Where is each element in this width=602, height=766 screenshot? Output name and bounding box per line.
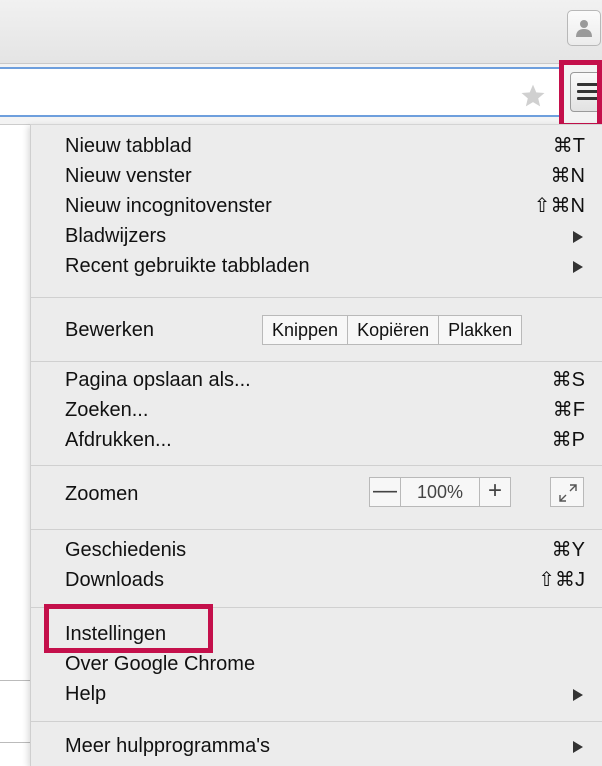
menu-divider (31, 361, 602, 362)
browser-toolbar (0, 64, 602, 124)
menu-item-label: Meer hulpprogramma's (65, 735, 271, 757)
menu-item-label: Nieuw venster (65, 165, 192, 187)
menu-item-shortcut: ⇧⌘N (533, 195, 585, 217)
menu-item-new-incognito-window[interactable]: Nieuw incognitovenster ⇧⌘N (65, 191, 585, 221)
profile-button[interactable] (567, 10, 601, 46)
menu-item-print[interactable]: Afdrukken... ⌘P (65, 425, 585, 455)
star-icon[interactable] (520, 83, 546, 109)
menu-item-label: Zoomen (65, 483, 139, 505)
menu-divider (31, 465, 602, 466)
menu-item-about-chrome[interactable]: Over Google Chrome (65, 649, 585, 679)
menu-item-new-tab[interactable]: Nieuw tabblad ⌘T (65, 131, 585, 161)
menu-item-help[interactable]: Help (65, 679, 585, 709)
menu-item-shortcut: ⇧⌘J (538, 569, 585, 591)
menu-item-label: Geschiedenis (65, 539, 187, 561)
menu-item-shortcut: ⌘P (551, 429, 585, 451)
menu-item-label: Nieuw incognitovenster (65, 195, 272, 217)
zoom-in-button[interactable]: + (479, 477, 511, 507)
menu-item-new-window[interactable]: Nieuw venster ⌘N (65, 161, 585, 191)
menu-divider (31, 529, 602, 530)
menu-item-shortcut: ⌘T (552, 135, 585, 157)
copy-button[interactable]: Kopiëren (347, 315, 440, 345)
zoom-level-display: 100% (401, 477, 479, 507)
window-titlebar (0, 0, 602, 64)
address-bar[interactable] (0, 67, 562, 117)
menu-item-bookmarks[interactable]: Bladwijzers (65, 221, 585, 251)
menu-item-recent-tabs[interactable]: Recent gebruikte tabbladen (65, 251, 585, 281)
submenu-arrow-icon (573, 231, 583, 243)
menu-item-shortcut: ⌘Y (551, 539, 585, 561)
menu-button-highlight (559, 60, 602, 128)
menu-item-shortcut: ⌘S (551, 369, 585, 391)
menu-divider (31, 297, 602, 298)
menu-item-history[interactable]: Geschiedenis ⌘Y (65, 535, 585, 565)
fullscreen-button[interactable] (550, 477, 584, 507)
menu-item-label: Recent gebruikte tabbladen (65, 255, 310, 277)
menu-item-label: Afdrukken... (65, 429, 172, 451)
submenu-arrow-icon (573, 689, 583, 701)
menu-item-shortcut: ⌘F (552, 399, 585, 421)
submenu-arrow-icon (573, 261, 583, 273)
settings-highlight (44, 604, 213, 653)
submenu-arrow-icon (573, 741, 583, 753)
menu-item-label: Bladwijzers (65, 225, 167, 247)
zoom-control-group: — 100% + (369, 477, 511, 507)
fullscreen-icon (559, 484, 577, 502)
zoom-out-button[interactable]: — (369, 477, 401, 507)
menu-item-label: Help (65, 683, 107, 705)
edit-button-group: Knippen Kopiëren Plakken (262, 315, 523, 345)
menu-item-find[interactable]: Zoeken... ⌘F (65, 395, 585, 425)
menu-item-shortcut: ⌘N (550, 165, 585, 187)
cut-button[interactable]: Knippen (262, 315, 349, 345)
menu-item-label: Zoeken... (65, 399, 149, 421)
menu-item-label: Bewerken (65, 319, 154, 341)
menu-divider (31, 721, 602, 722)
menu-item-label: Pagina opslaan als... (65, 369, 251, 391)
menu-item-downloads[interactable]: Downloads ⇧⌘J (65, 565, 585, 595)
paste-button[interactable]: Plakken (438, 315, 523, 345)
menu-item-save-page[interactable]: Pagina opslaan als... ⌘S (65, 365, 585, 395)
menu-item-label: Over Google Chrome (65, 653, 256, 675)
menu-item-more-tools[interactable]: Meer hulpprogramma's (65, 731, 585, 761)
person-icon (576, 20, 592, 37)
chrome-menu: Nieuw tabblad ⌘T Nieuw venster ⌘N Nieuw … (30, 124, 602, 766)
page-content-edge (0, 124, 30, 766)
menu-item-label: Nieuw tabblad (65, 135, 192, 157)
menu-item-label: Downloads (65, 569, 164, 591)
